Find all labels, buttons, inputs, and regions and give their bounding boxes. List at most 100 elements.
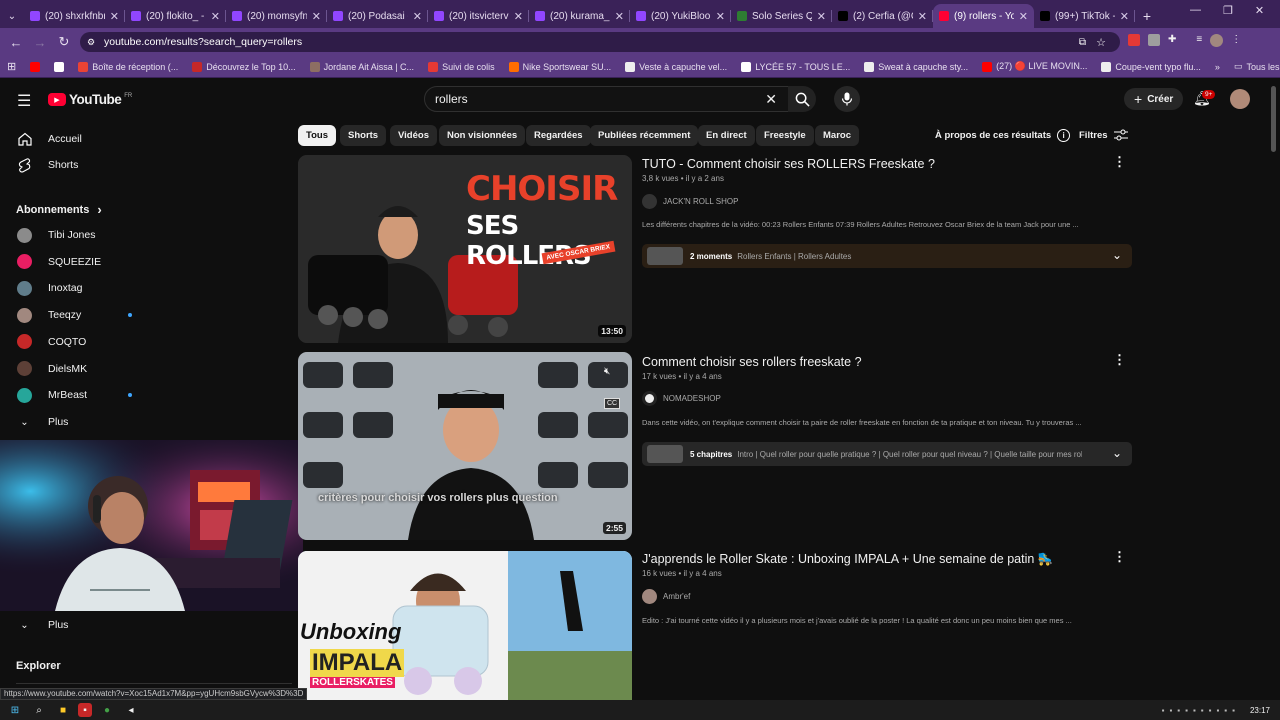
bookmark-item[interactable]: Veste à capuche vel... xyxy=(618,61,734,72)
browser-tab[interactable]: (2) Cerfia (@Ce ✕ xyxy=(832,4,933,28)
tab-close-icon[interactable]: ✕ xyxy=(514,10,523,23)
extension-grey-icon[interactable] xyxy=(1148,34,1160,46)
windows-start-icon[interactable]: ⊞ xyxy=(6,703,24,717)
apps-grid-icon[interactable]: ⊞ xyxy=(0,60,23,73)
channel-link-3[interactable]: Ambr'ef xyxy=(642,589,690,604)
sidebar-item-home[interactable]: Accueil xyxy=(0,126,160,152)
channel-link-2[interactable]: NOMADESHOP xyxy=(642,391,721,406)
more-actions-icon[interactable]: ⋮ xyxy=(1113,549,1126,565)
tab-close-icon[interactable]: ✕ xyxy=(716,10,725,23)
browser-tab[interactable]: (20) kurama_2 ✕ xyxy=(529,4,630,28)
tray-icons[interactable]: ▪▪▪▪▪▪▪▪▪▪ xyxy=(1162,703,1240,717)
bookmark-item[interactable]: Suivi de colis xyxy=(421,61,502,72)
account-avatar[interactable] xyxy=(1230,89,1250,109)
tab-close-icon[interactable]: ✕ xyxy=(312,10,321,23)
youtube-logo[interactable]: ▶ YouTube FR xyxy=(48,92,132,107)
chapters-bar-1[interactable]: 2 moments Rollers Enfants | Rollers Adul… xyxy=(642,244,1132,268)
profile-avatar-browser[interactable] xyxy=(1210,34,1224,47)
filter-chip[interactable]: Vidéos xyxy=(390,125,437,146)
tab-close-icon[interactable]: ✕ xyxy=(211,10,220,23)
reload-icon[interactable]: ↻ xyxy=(52,34,76,50)
about-results-link[interactable]: À propos de ces résultats i xyxy=(935,129,1071,142)
browser-tab[interactable]: (20) itsvicterv - ✕ xyxy=(428,4,529,28)
more-actions-icon[interactable]: ⋮ xyxy=(1113,352,1126,368)
subscription-item[interactable]: SQUEEZIE xyxy=(0,249,160,275)
browser-tab[interactable]: (99+) TikTok - M ✕ xyxy=(1034,4,1135,28)
search-button[interactable] xyxy=(788,86,816,112)
subscription-item[interactable]: COQTO xyxy=(0,329,160,355)
extensions-puzzle-icon[interactable]: ✚ xyxy=(1168,34,1176,47)
chrome-icon[interactable]: ● xyxy=(98,703,116,717)
sidebar-show-more[interactable]: ⌄ Plus xyxy=(0,409,160,435)
filter-chip[interactable]: Freestyle xyxy=(756,125,814,146)
sidebar-item-shorts[interactable]: Shorts xyxy=(0,152,160,178)
video-thumbnail-3[interactable]: Unboxing IMPALA ROLLERSKATES xyxy=(298,551,632,700)
bookmark-item[interactable] xyxy=(47,61,71,72)
bookmarks-overflow[interactable]: » xyxy=(1208,62,1227,72)
restore-icon[interactable]: ❐ xyxy=(1223,4,1233,17)
create-button[interactable]: + Créer xyxy=(1124,88,1184,110)
channel-link-1[interactable]: JACK'N ROLL SHOP xyxy=(642,194,738,209)
extension-red-icon[interactable] xyxy=(1128,34,1140,46)
page-scrollbar[interactable] xyxy=(1271,86,1276,152)
bookmark-item[interactable]: Découvrez le Top 10... xyxy=(185,61,302,72)
video-title-2[interactable]: Comment choisir ses rollers freeskate ? xyxy=(642,355,862,369)
bookmark-item[interactable]: Coupe-vent typo flu... xyxy=(1094,61,1208,72)
subscription-item[interactable]: Tibi Jones xyxy=(0,222,160,248)
browser-tab[interactable]: (20) YukiBloo - ✕ xyxy=(630,4,731,28)
all-bookmarks-folder[interactable]: ▭Tous les favoris xyxy=(1227,61,1280,72)
bookmark-item[interactable]: Jordane Ait Aissa | C... xyxy=(303,61,421,72)
bookmark-item[interactable]: Boîte de réception (... xyxy=(71,61,185,72)
search-icon[interactable]: ⌕ xyxy=(30,703,48,717)
tab-search-icon[interactable]: ⌄ xyxy=(0,4,24,28)
browser-menu-icon[interactable]: ⋮ xyxy=(1231,34,1241,47)
browser-tab[interactable]: (20) shxrkfnbr ✕ xyxy=(24,4,125,28)
bookmark-item[interactable]: Nike Sportswear SU... xyxy=(502,61,619,72)
subscription-item[interactable]: Inoxtag xyxy=(0,275,160,301)
more-actions-icon[interactable]: ⋮ xyxy=(1113,154,1126,170)
search-input[interactable]: rollers ✕ xyxy=(424,86,790,112)
filter-chip[interactable]: Maroc xyxy=(815,125,859,146)
tab-close-icon[interactable]: ✕ xyxy=(615,10,624,23)
audio-app-icon[interactable]: ◂ xyxy=(122,703,140,717)
tab-close-icon[interactable]: ✕ xyxy=(1120,10,1129,23)
sidebar-show-more-2[interactable]: ⌄ Plus xyxy=(0,612,160,638)
filter-chip[interactable]: Shorts xyxy=(340,125,387,146)
tab-close-icon[interactable]: ✕ xyxy=(817,10,826,23)
subscription-item[interactable]: Teeqzy xyxy=(0,302,160,328)
video-title-1[interactable]: TUTO - Comment choisir ses ROLLERS Frees… xyxy=(642,157,935,171)
site-info-icon[interactable]: ⚙ xyxy=(87,37,95,48)
obs-icon[interactable]: ▪ xyxy=(78,703,92,717)
file-explorer-icon[interactable]: ■ xyxy=(54,703,72,717)
filters-button[interactable]: Filtres xyxy=(1079,129,1128,141)
browser-tab[interactable]: (20) momsyfnr ✕ xyxy=(226,4,327,28)
tab-close-icon[interactable]: ✕ xyxy=(1019,10,1028,23)
clear-search-icon[interactable]: ✕ xyxy=(765,91,777,108)
mute-icon[interactable]: 🔇︎ xyxy=(604,366,610,377)
forward-icon[interactable]: → xyxy=(28,35,52,50)
subscriptions-header[interactable]: Abonnements › xyxy=(16,202,102,217)
tab-close-icon[interactable]: ✕ xyxy=(413,10,422,23)
video-title-3[interactable]: J'apprends le Roller Skate : Unboxing IM… xyxy=(642,552,1053,567)
browser-tab[interactable]: (20) flokito_ - T ✕ xyxy=(125,4,226,28)
new-tab-button[interactable]: + xyxy=(1135,4,1159,28)
menu-hamburger-icon[interactable]: ☰ xyxy=(17,91,31,111)
bookmark-item[interactable]: LYCÉE 57 - TOUS LE... xyxy=(734,61,857,72)
chevron-down-icon[interactable]: ⌄ xyxy=(1112,446,1122,460)
voice-search-button[interactable] xyxy=(834,86,860,112)
video-thumbnail-1[interactable]: CHOISIR SES ROLLERS AVEC OSCAR BRIEX 13:… xyxy=(298,155,632,343)
browser-tab[interactable]: Solo Series Qu ✕ xyxy=(731,4,832,28)
bookmark-item[interactable]: (27) 🔴 LIVE MOVIN... xyxy=(975,61,1094,72)
browser-tab[interactable]: (9) rollers - You ✕ xyxy=(933,4,1034,28)
minimize-icon[interactable]: — xyxy=(1190,4,1201,17)
filter-chip[interactable]: En direct xyxy=(698,125,755,146)
bookmark-star-icon[interactable]: ☆ xyxy=(1096,36,1106,49)
video-thumbnail-2[interactable]: critères pour choisir vos rollers plus q… xyxy=(298,352,632,540)
filter-chip[interactable]: Tous xyxy=(298,125,336,146)
chapters-bar-2[interactable]: 5 chapitres Intro | Quel roller pour que… xyxy=(642,442,1132,466)
subscription-item[interactable]: DielsMK xyxy=(0,356,160,382)
filter-chip[interactable]: Regardées xyxy=(526,125,591,146)
bookmark-item[interactable] xyxy=(23,61,47,72)
close-window-icon[interactable]: ✕ xyxy=(1255,4,1264,17)
chevron-down-icon[interactable]: ⌄ xyxy=(1112,248,1122,262)
